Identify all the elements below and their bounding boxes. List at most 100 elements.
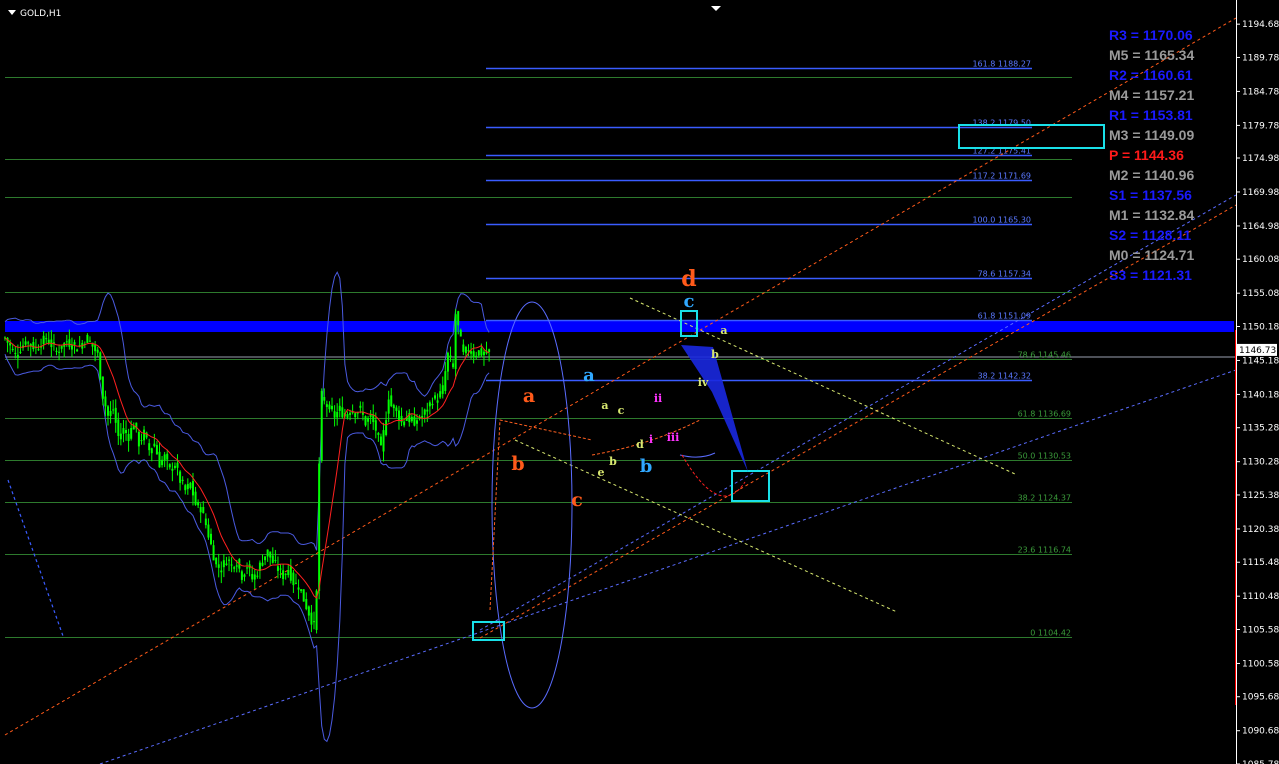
- candle-body: [233, 567, 236, 569]
- candle-body: [217, 564, 220, 568]
- wave-label: c: [684, 291, 695, 312]
- candle-body: [467, 350, 470, 352]
- candle-body: [364, 416, 367, 426]
- candle-body: [191, 481, 194, 496]
- candle-body: [289, 565, 292, 581]
- candle-body: [212, 545, 215, 561]
- candle-body: [215, 558, 218, 565]
- candle-body: [86, 334, 89, 343]
- candle-body: [76, 349, 79, 352]
- candle-body: [27, 342, 30, 344]
- candle-body: [359, 405, 362, 408]
- axis-tick-label: 1145.18: [1242, 356, 1279, 366]
- wave-label: b: [711, 348, 719, 361]
- candle-body: [457, 311, 460, 326]
- candle-body: [325, 404, 328, 407]
- candle-body: [416, 420, 418, 424]
- candle-body: [204, 518, 207, 526]
- candle-body: [199, 507, 202, 513]
- fib-level-label: 38.2 1124.37: [1018, 494, 1071, 503]
- pivot-label-r1: R1 = 1153.81: [1109, 107, 1193, 123]
- candle-body: [117, 419, 120, 436]
- pivot-label-m4: M4 = 1157.21: [1109, 87, 1194, 103]
- candle-body: [60, 345, 63, 349]
- candle-body: [397, 410, 400, 420]
- wave-label: c: [618, 404, 625, 417]
- candle-body: [318, 463, 321, 591]
- wave-label: c: [571, 489, 583, 511]
- fib-level-label: 117.2 1171.69: [972, 172, 1031, 181]
- candle-body: [230, 564, 233, 566]
- candle-body: [202, 506, 205, 514]
- axis-tick-label: 1179.78: [1242, 121, 1279, 131]
- axis-tick-label: 1160.08: [1242, 255, 1279, 265]
- candle-body: [42, 335, 45, 345]
- pivot-label-r3: R3 = 1170.06: [1109, 27, 1193, 43]
- pivot-label-s3: S3 = 1121.31: [1109, 267, 1192, 283]
- fib-level-label: 23.6 1116.74: [1018, 546, 1071, 555]
- wave-label: a: [601, 399, 608, 412]
- candle-body: [194, 491, 197, 505]
- fib-level-label: 100.0 1165.30: [972, 216, 1031, 225]
- candle-body: [382, 430, 385, 452]
- axis-tick-label: 1105.58: [1242, 625, 1279, 635]
- candle-body: [45, 338, 48, 340]
- pivot-label-m5: M5 = 1165.34: [1109, 47, 1194, 63]
- candle-body: [333, 411, 336, 418]
- fib-level-label: 61.8 1136.69: [1018, 410, 1071, 419]
- wave-label: iv: [698, 376, 709, 389]
- candle-body: [271, 555, 274, 563]
- pivot-label-p: P = 1144.36: [1109, 147, 1184, 163]
- candle-body: [176, 462, 179, 468]
- axis-tick-label: 1184.78: [1242, 87, 1279, 97]
- candle-body: [292, 572, 295, 586]
- candle-body: [166, 453, 169, 460]
- candle-body: [284, 573, 287, 575]
- pivot-label-m1: M1 = 1132.84: [1109, 207, 1194, 223]
- candle-body: [73, 342, 76, 345]
- pivot-label-r2: R2 = 1160.61: [1109, 67, 1193, 83]
- axis-tick-label: 1164.98: [1242, 222, 1279, 232]
- wave-label: ii: [654, 392, 662, 405]
- candle-body: [436, 400, 439, 403]
- axis-tick-label: 1115.48: [1242, 558, 1279, 568]
- fib-level-label: 78.6 1157.34: [978, 270, 1031, 279]
- candle-body: [171, 468, 174, 471]
- candle-body: [449, 355, 452, 358]
- price-chart[interactable]: 161.8 1188.27 138.2 1179.50 127.2 1175.41 1…: [0, 0, 1279, 764]
- wave-label: e: [598, 466, 605, 479]
- candle-body: [341, 407, 344, 418]
- candle-body: [125, 429, 128, 433]
- candle-body: [264, 556, 267, 561]
- candle-body: [475, 355, 478, 357]
- candle-body: [444, 371, 447, 392]
- candle-body: [428, 402, 431, 407]
- candle-body: [189, 482, 192, 489]
- candle-body: [403, 421, 406, 426]
- candle-body: [454, 314, 457, 370]
- candle-body: [331, 405, 334, 410]
- candle-body: [243, 574, 246, 577]
- candle-body: [276, 566, 279, 571]
- wave-label: a: [523, 385, 535, 407]
- candle-body: [470, 351, 473, 354]
- pivot-label-m0: M0 = 1124.71: [1109, 247, 1194, 263]
- candle-body: [313, 621, 315, 623]
- wave-label: d: [636, 438, 644, 451]
- candle-body: [320, 390, 323, 461]
- fib-level-label: 0 1104.42: [1030, 629, 1071, 638]
- axis-tick-label: 1125.38: [1242, 491, 1279, 501]
- candle-body: [16, 354, 19, 358]
- candle-body: [488, 349, 491, 352]
- candle-body: [426, 409, 429, 412]
- candle-body: [107, 406, 109, 416]
- candle-body: [480, 348, 483, 356]
- pivot-label-s2: S2 = 1128.11: [1109, 227, 1191, 243]
- candle-body: [168, 464, 171, 468]
- axis-tick-label: 1085.78: [1242, 760, 1279, 764]
- wave-label: i: [649, 433, 653, 446]
- candle-body: [137, 431, 140, 447]
- chart-canvas[interactable]: 161.8 1188.27138.2 1179.50127.2 1175.411…: [0, 0, 1279, 764]
- candle-body: [253, 574, 256, 580]
- candle-body: [310, 612, 313, 625]
